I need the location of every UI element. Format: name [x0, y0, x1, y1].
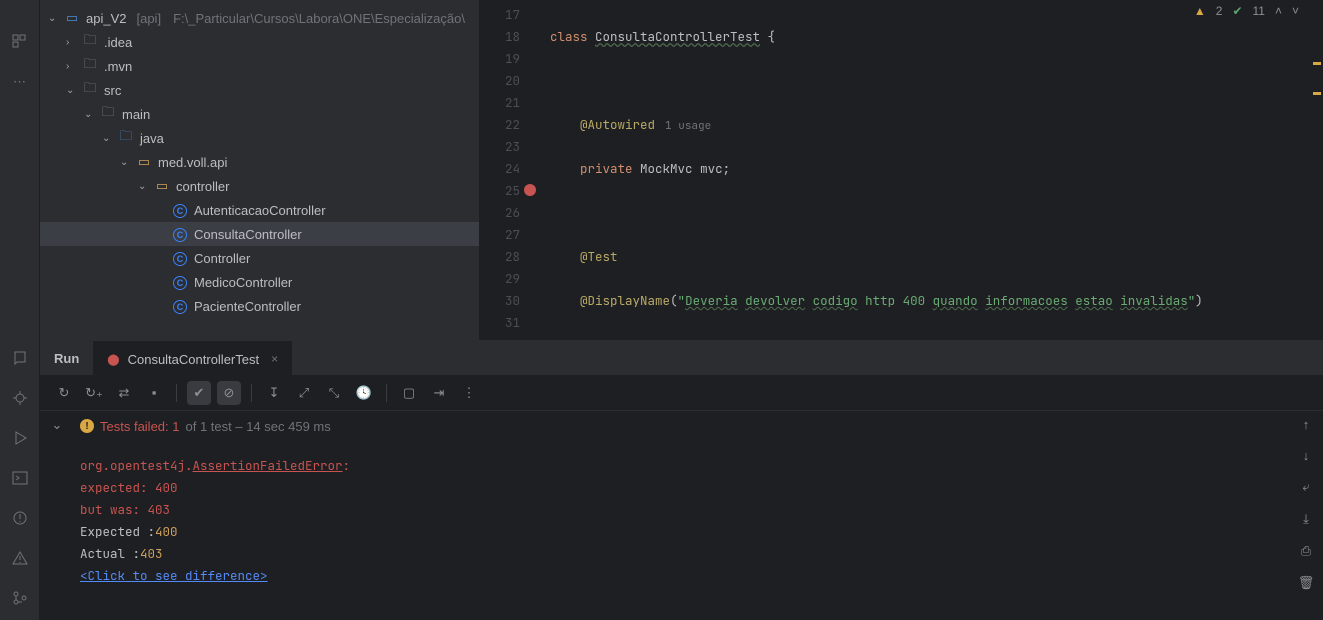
tree-root-path: F:\_Particular\Cursos\Labora\ONE\Especia…	[173, 11, 465, 26]
warnings-icon[interactable]	[0, 544, 40, 572]
problems-icon[interactable]	[0, 504, 40, 532]
run-tabs: Run ⬤ ConsultaControllerTest ×	[40, 341, 1323, 375]
pass-count: 11	[1253, 4, 1265, 18]
down-arrow-icon[interactable]: ↓	[1303, 448, 1310, 463]
import-icon[interactable]: ⇥	[427, 381, 451, 405]
left-tool-rail: ⋯	[0, 0, 40, 620]
warning-icon: ▲	[1194, 4, 1206, 18]
tree-root-suffix: [api]	[136, 11, 161, 26]
tree-item[interactable]: CMedicoController	[40, 270, 479, 294]
vcs-icon[interactable]	[0, 584, 40, 612]
bottom-rail-group	[0, 344, 40, 612]
run-icon[interactable]	[0, 424, 40, 452]
project-tree[interactable]: ⌄ ▭ api_V2 [api] F:\_Particular\Cursos\L…	[40, 0, 480, 340]
tree-item[interactable]: CPacienteController	[40, 294, 479, 318]
structure-icon[interactable]	[0, 28, 40, 56]
trash-icon[interactable]: 🗑	[1298, 575, 1315, 591]
inspection-badges[interactable]: ▲ 2 ✔ 11 ˄ ˅	[1194, 4, 1299, 18]
tree-item[interactable]: CAutenticacaoController	[40, 198, 479, 222]
rerun-failed-icon[interactable]: ↻₊	[82, 381, 106, 405]
editor-gutter: 17 18 19 20 21 22 23 24 25 26 27 28 29 3…	[480, 0, 526, 340]
run-label: Run	[54, 351, 79, 366]
screenshot-icon[interactable]: ▢	[397, 381, 421, 405]
show-passed-icon[interactable]: ✔	[187, 381, 211, 405]
see-difference-link[interactable]: <Click to see difference>	[80, 567, 268, 584]
chevron-up-icon[interactable]: ˄	[1275, 4, 1282, 18]
tree-item[interactable]: ⌄🗀java	[40, 126, 479, 150]
gutter-breakpoint-icon[interactable]	[524, 184, 536, 196]
run-tab-file-label: ConsultaControllerTest	[128, 352, 260, 367]
sort-icon[interactable]: ↧	[262, 381, 286, 405]
run-body: ⌄ ! Tests failed: 1 of 1 test – 14 sec 4…	[40, 411, 1323, 620]
bookmarks-icon[interactable]	[0, 344, 40, 372]
fail-rest: of 1 test – 14 sec 459 ms	[186, 419, 331, 434]
code-area[interactable]: class ConsultaControllerTest { @Autowire…	[526, 0, 1323, 340]
print-icon[interactable]: ⎙	[1301, 543, 1311, 559]
main-column: ⌄ ▭ api_V2 [api] F:\_Particular\Cursos\L…	[40, 0, 1323, 620]
tree-item[interactable]: CConsultaController	[40, 222, 479, 246]
console-output[interactable]: org.opentest4j.AssertionFailedError: exp…	[80, 455, 1289, 587]
test-fail-icon: ⬤	[107, 353, 119, 366]
soft-wrap-icon[interactable]: ⤶	[1302, 479, 1309, 495]
upper-split: ⌄ ▭ api_V2 [api] F:\_Particular\Cursos\L…	[40, 0, 1323, 340]
terminal-icon[interactable]	[0, 464, 40, 492]
project-tree-scroll[interactable]: ⌄ ▭ api_V2 [api] F:\_Particular\Cursos\L…	[40, 0, 479, 340]
stop-icon[interactable]: ▪	[142, 381, 166, 405]
fail-badge-icon: !	[80, 419, 94, 433]
run-toolbar: ↻ ↻₊ ⇄ ▪ ✔ ⊘ ↧ ⤢ ⤡ 🕓 ▢ ⇥ ⋮	[40, 375, 1323, 411]
check-icon: ✔	[1232, 4, 1242, 18]
tree-item[interactable]: ⌄▭controller	[40, 174, 479, 198]
test-status-line: ! Tests failed: 1 of 1 test – 14 sec 459…	[80, 415, 1289, 437]
run-panel: Run ⬤ ConsultaControllerTest × ↻ ↻₊ ⇄ ▪ …	[40, 340, 1323, 620]
scroll-end-icon[interactable]: ⤓	[1303, 511, 1309, 527]
toggle-auto-icon[interactable]: ⇄	[112, 381, 136, 405]
chevron-down-icon: ⌄	[48, 13, 58, 24]
expand-icon[interactable]: ⤢	[292, 381, 316, 405]
more-options-icon[interactable]: ⋮	[457, 381, 481, 405]
tree-root-label: api_V2	[86, 11, 126, 26]
debug-icon[interactable]	[0, 384, 40, 412]
module-icon: ▭	[64, 10, 80, 26]
history-icon[interactable]: 🕓	[352, 381, 376, 405]
tree-item[interactable]: ›🗀.mvn	[40, 54, 479, 78]
editor-pane[interactable]: 17 18 19 20 21 22 23 24 25 26 27 28 29 3…	[480, 0, 1323, 340]
chevron-down-icon[interactable]: ⌄	[52, 417, 63, 433]
tree-item[interactable]: CController	[40, 246, 479, 270]
show-ignored-icon[interactable]: ⊘	[217, 381, 241, 405]
chevron-down-icon[interactable]: ˅	[1292, 4, 1299, 18]
tree-item[interactable]: ⌄🗀main	[40, 102, 479, 126]
run-right-gutter: ↑ ↓ ⤶ ⤓ ⎙ 🗑	[1289, 411, 1323, 620]
editor-error-stripe[interactable]	[1311, 0, 1323, 340]
rerun-icon[interactable]: ↻	[52, 381, 76, 405]
tree-root[interactable]: ⌄ ▭ api_V2 [api] F:\_Particular\Cursos\L…	[40, 6, 479, 30]
collapse-icon[interactable]: ⤡	[322, 381, 346, 405]
run-tab-label[interactable]: Run	[40, 341, 93, 375]
fail-text: Tests failed: 1	[100, 419, 180, 434]
up-arrow-icon[interactable]: ↑	[1303, 417, 1310, 432]
warning-count: 2	[1216, 4, 1223, 18]
tree-item[interactable]: ⌄▭med.voll.api	[40, 150, 479, 174]
close-icon[interactable]: ×	[271, 352, 278, 366]
run-tab-file[interactable]: ⬤ ConsultaControllerTest ×	[93, 341, 292, 375]
tree-item[interactable]: ⌄🗀src	[40, 78, 479, 102]
run-content[interactable]: ! Tests failed: 1 of 1 test – 14 sec 459…	[74, 411, 1289, 620]
tree-item[interactable]: ›🗀.idea	[40, 30, 479, 54]
more-icon[interactable]: ⋯	[0, 68, 40, 96]
run-left-gutter: ⌄	[40, 411, 74, 620]
